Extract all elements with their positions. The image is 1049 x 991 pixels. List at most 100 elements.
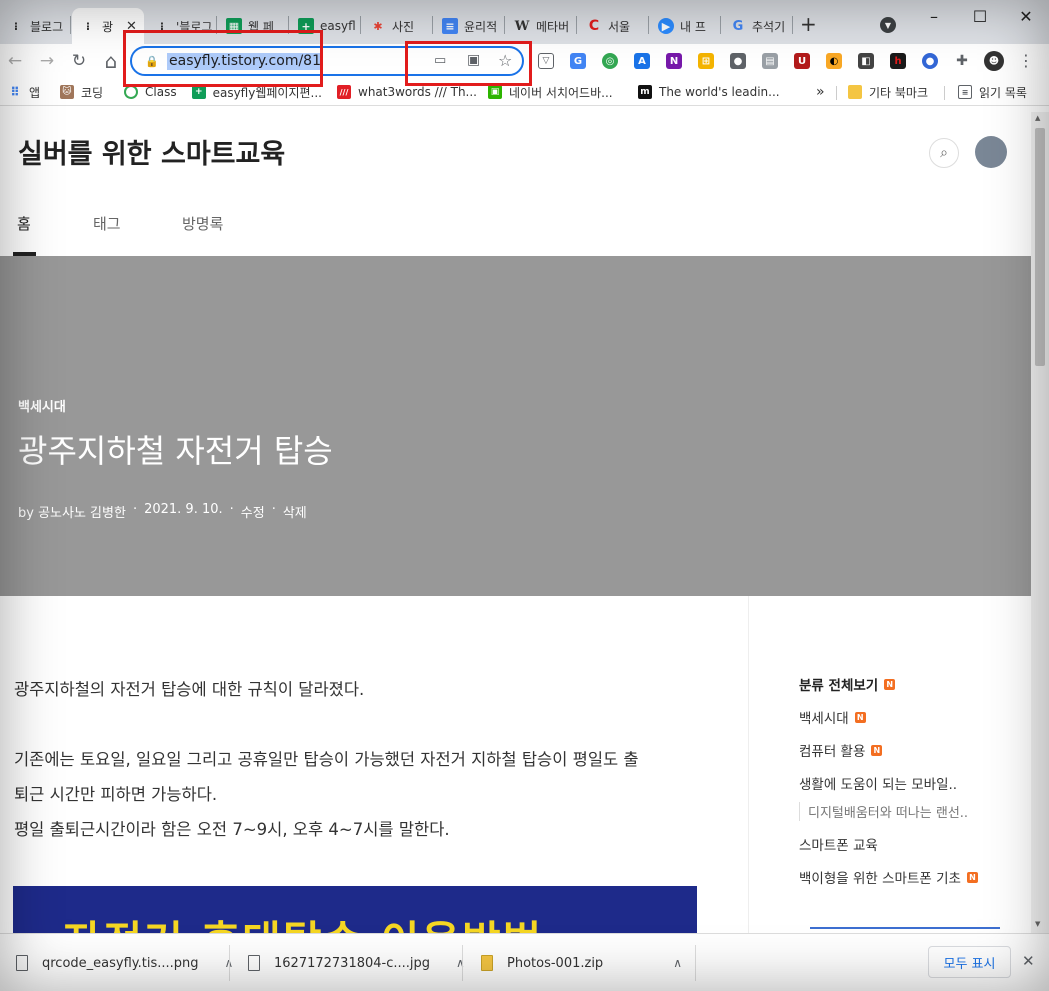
tab-active[interactable]: ⁝ 광 ✕ bbox=[72, 8, 144, 44]
scroll-down-icon[interactable]: ▼ bbox=[1035, 920, 1040, 928]
bookmark-easyfly[interactable]: + easyfly웹페이지편... bbox=[192, 83, 322, 101]
lock-icon[interactable]: 🔒 bbox=[145, 55, 159, 68]
tab-search-icon[interactable]: ▼ bbox=[880, 17, 896, 33]
extension-green-icon[interactable]: ◎ bbox=[602, 53, 618, 69]
extension-penguin-icon[interactable]: ◐ bbox=[826, 53, 842, 69]
bookmark-coding[interactable]: 🐱 코딩 bbox=[60, 83, 103, 101]
sidebar-item-mobile[interactable]: 생활에 도움이 되는 모바일.. bbox=[799, 773, 957, 793]
sidebar-item-basics[interactable]: 백이형을 위한 스마트폰 기초 N bbox=[799, 867, 978, 887]
new-badge: N bbox=[966, 871, 978, 883]
sidebar-heading[interactable]: 분류 전체보기 N bbox=[799, 674, 896, 694]
tistory-icon: ⁝ bbox=[13, 19, 19, 33]
bookmark-naver[interactable]: ▣ 네이버 서치어드바... bbox=[488, 83, 613, 101]
sidebar-item-baekse[interactable]: 백세시대 N bbox=[799, 707, 866, 727]
download-separator bbox=[229, 945, 230, 981]
extensions-puzzle-icon[interactable]: ✚ bbox=[954, 53, 970, 69]
post-delete-link[interactable]: 삭제 bbox=[283, 502, 307, 521]
tab-title: 블로그 bbox=[30, 19, 64, 34]
ublock-icon[interactable]: U bbox=[794, 53, 810, 69]
red-c-icon: C bbox=[588, 18, 600, 34]
close-window-button[interactable]: ✕ bbox=[1003, 2, 1049, 30]
tab-separator bbox=[792, 16, 793, 34]
bookmark-label: what3words /// Th... bbox=[358, 85, 477, 99]
home-button[interactable]: ⌂ bbox=[98, 48, 124, 74]
chevron-up-icon[interactable]: ∧ bbox=[673, 956, 682, 970]
translate-icon[interactable]: G bbox=[570, 53, 586, 69]
forward-button[interactable]: → bbox=[34, 48, 60, 74]
tab-title: 서울 bbox=[608, 19, 631, 34]
sheet-icon: + bbox=[298, 18, 314, 34]
scrollbar-thumb[interactable] bbox=[1035, 128, 1045, 366]
reload-button[interactable]: ↻ bbox=[66, 48, 92, 74]
bookmark-worlds-leading[interactable]: m The world's leadin... bbox=[638, 83, 780, 101]
back-button[interactable]: ← bbox=[2, 48, 28, 74]
omnibox[interactable]: 🔒 easyfly.tistory.com/81 ▭ ▣ ☆ bbox=[130, 46, 524, 76]
chevron-up-icon[interactable]: ∧ bbox=[456, 956, 465, 970]
reading-list-icon: ≡ bbox=[958, 85, 972, 99]
bookmark-label: 앱 bbox=[29, 85, 41, 100]
post-image-text: 자전거 휴대탑승 이용방법 bbox=[63, 908, 543, 933]
blog-title[interactable]: 실버를 위한 스마트교육 bbox=[18, 132, 285, 171]
tab-wikipedia[interactable]: W 메타버 bbox=[506, 8, 574, 44]
pocket-icon[interactable]: ▽ bbox=[538, 53, 554, 69]
search-icon[interactable]: ⌕ bbox=[929, 138, 959, 168]
tab-docs[interactable]: ≡ 윤리적 bbox=[434, 8, 502, 44]
extension-circle-icon[interactable]: ● bbox=[922, 53, 938, 69]
sidebar-item-smartphone[interactable]: 스마트폰 교육 bbox=[799, 834, 878, 854]
sidebar-subitem-digital[interactable]: 디지털배움터와 떠나는 랜선.. bbox=[799, 802, 968, 821]
reading-list-button[interactable]: ≡ 읽기 목록 bbox=[958, 83, 1027, 101]
post-edit-link[interactable]: 수정 bbox=[241, 502, 265, 521]
profile-avatar[interactable]: ☻ bbox=[984, 51, 1004, 71]
tab-web[interactable]: ▦ 웹 페 bbox=[218, 8, 286, 44]
new-tab-button[interactable]: + bbox=[800, 12, 817, 36]
maximize-button[interactable]: ☐ bbox=[957, 2, 1003, 30]
tab-close-icon[interactable]: ✕ bbox=[126, 19, 137, 34]
onenote-icon[interactable]: N bbox=[666, 53, 682, 69]
tab-photos[interactable]: ✱ 사진 bbox=[362, 8, 430, 44]
bookmark-what3words[interactable]: /// what3words /// Th... bbox=[337, 83, 477, 101]
extension-dark-icon[interactable]: ◧ bbox=[858, 53, 874, 69]
extension-grey-icon[interactable]: ● bbox=[730, 53, 746, 69]
minimize-button[interactable]: – bbox=[911, 2, 957, 30]
blog-avatar[interactable] bbox=[975, 136, 1007, 168]
url-text[interactable]: easyfly.tistory.com/81 bbox=[167, 53, 323, 70]
install-app-icon[interactable]: ▭ bbox=[434, 53, 446, 68]
meta-separator: · bbox=[229, 502, 234, 517]
bookmarks-overflow-button[interactable]: » bbox=[816, 83, 825, 101]
extension-blue-icon[interactable]: A bbox=[634, 53, 650, 69]
bookmark-star-icon[interactable]: ☆ bbox=[498, 51, 512, 70]
cat-icon: 🐱 bbox=[60, 85, 74, 99]
browser-toolbar: ← → ↻ ⌂ 🔒 easyfly.tistory.com/81 ▭ ▣ ☆ ▽… bbox=[0, 44, 1049, 78]
nav-home[interactable]: 홈 bbox=[17, 213, 31, 234]
tab-easyfly[interactable]: + easyfl bbox=[290, 8, 358, 44]
bookmark-apps[interactable]: ⠿ 앱 bbox=[8, 83, 40, 101]
bookmark-class[interactable]: Class bbox=[124, 83, 177, 101]
menu-kebab-icon[interactable]: ⋮ bbox=[1018, 51, 1034, 70]
nav-guestbook[interactable]: 방명록 bbox=[182, 213, 223, 234]
sidebar-item-computer[interactable]: 컴퓨터 활용 N bbox=[799, 740, 883, 760]
download-item[interactable]: 1627172731804-c....jpg ∧ bbox=[248, 934, 465, 991]
extension-orange-icon[interactable]: ⊞ bbox=[698, 53, 714, 69]
page-scrollbar[interactable]: ▲ ▼ bbox=[1031, 112, 1049, 933]
naver-icon: ▣ bbox=[488, 85, 502, 99]
download-item[interactable]: Photos-001.zip ∧ bbox=[481, 934, 682, 991]
nav-tags[interactable]: 태그 bbox=[93, 213, 121, 234]
post-category[interactable]: 백세시대 bbox=[18, 396, 66, 415]
tab-google[interactable]: G 추석기 bbox=[722, 8, 790, 44]
tab-blog-1[interactable]: ⁝ 블로그 bbox=[0, 8, 66, 44]
download-separator bbox=[695, 945, 696, 981]
bookmark-other-folder[interactable]: 기타 북마크 bbox=[848, 83, 928, 101]
post-paragraph: 광주지하철의 자전거 탑승에 대한 규칙이 달라졌다. bbox=[14, 680, 365, 699]
extension-h-icon[interactable]: h bbox=[890, 53, 906, 69]
scroll-up-icon[interactable]: ▲ bbox=[1035, 114, 1040, 122]
download-item[interactable]: qrcode_easyfly.tis....png ∧ bbox=[16, 934, 233, 991]
google-icon: G bbox=[732, 18, 744, 34]
qr-code-icon[interactable]: ▣ bbox=[467, 52, 480, 68]
show-all-downloads-button[interactable]: 모두 표시 bbox=[928, 946, 1011, 978]
close-downloads-icon[interactable]: ✕ bbox=[1022, 952, 1035, 970]
extension-screen-icon[interactable]: ▤ bbox=[762, 53, 778, 69]
tab-blog-3[interactable]: ⁝ '블로그 bbox=[146, 8, 214, 44]
tab-seoul[interactable]: C 서울 bbox=[578, 8, 646, 44]
bookmark-label: easyfly웹페이지편... bbox=[212, 85, 322, 100]
tab-zoom[interactable]: ▶ 내 프 bbox=[650, 8, 718, 44]
